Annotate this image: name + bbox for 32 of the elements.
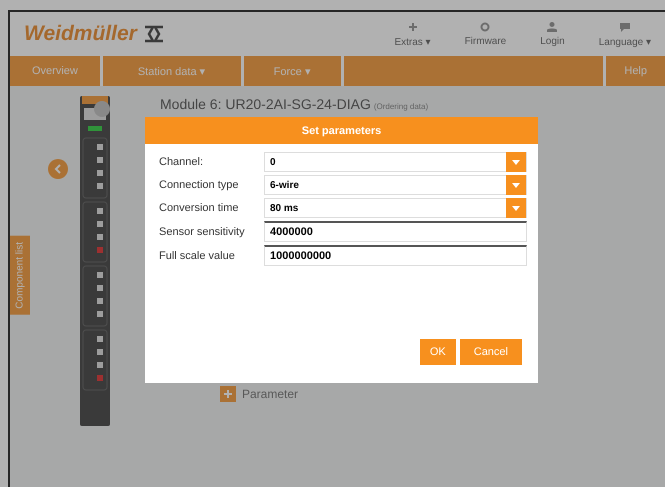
parameter-label: Parameter: [242, 387, 298, 401]
header-menu-item[interactable]: Login: [540, 20, 565, 48]
field-label: Full scale value: [159, 250, 236, 262]
select-field[interactable]: 80 ms: [264, 198, 527, 218]
dialog-button[interactable]: Cancel: [460, 339, 522, 365]
field-label: Connection type: [159, 179, 240, 191]
header-menu-item[interactable]: Language ▾: [598, 20, 651, 48]
caret-icon: [512, 182, 520, 188]
user-icon: [546, 20, 558, 32]
caret-icon: [512, 206, 520, 210]
plus-icon: [223, 389, 233, 399]
field-label: Channel:: [159, 156, 204, 168]
select-field[interactable]: 0: [264, 152, 527, 172]
field-label: Conversion time: [159, 202, 240, 214]
header-menu-item[interactable]: Extras ▾: [394, 20, 431, 48]
speech-bubble-icon: [618, 20, 631, 32]
logo-mark-icon: [142, 25, 165, 43]
expand-button[interactable]: [220, 386, 236, 402]
caret-icon: [512, 160, 520, 164]
dialog-title: Set parameters: [145, 117, 538, 144]
input-field[interactable]: 1000000000: [264, 245, 527, 266]
previous-button[interactable]: [48, 159, 68, 179]
plus-icon: [406, 20, 419, 32]
select-field[interactable]: 6-wire: [264, 175, 527, 195]
chevron-left-icon: [54, 164, 62, 174]
field-label: Sensor sensitivity: [159, 226, 246, 238]
module-title: Module 6: UR20-2AI-SG-24-DIAG: [160, 96, 371, 112]
ordering-data-link[interactable]: (Ordering data): [374, 102, 428, 111]
header-menu-item[interactable]: Firmware: [464, 20, 506, 48]
logo: Weidmüller: [24, 22, 165, 46]
dialog-button[interactable]: OK: [420, 339, 456, 365]
input-field[interactable]: 4000000: [264, 221, 527, 242]
